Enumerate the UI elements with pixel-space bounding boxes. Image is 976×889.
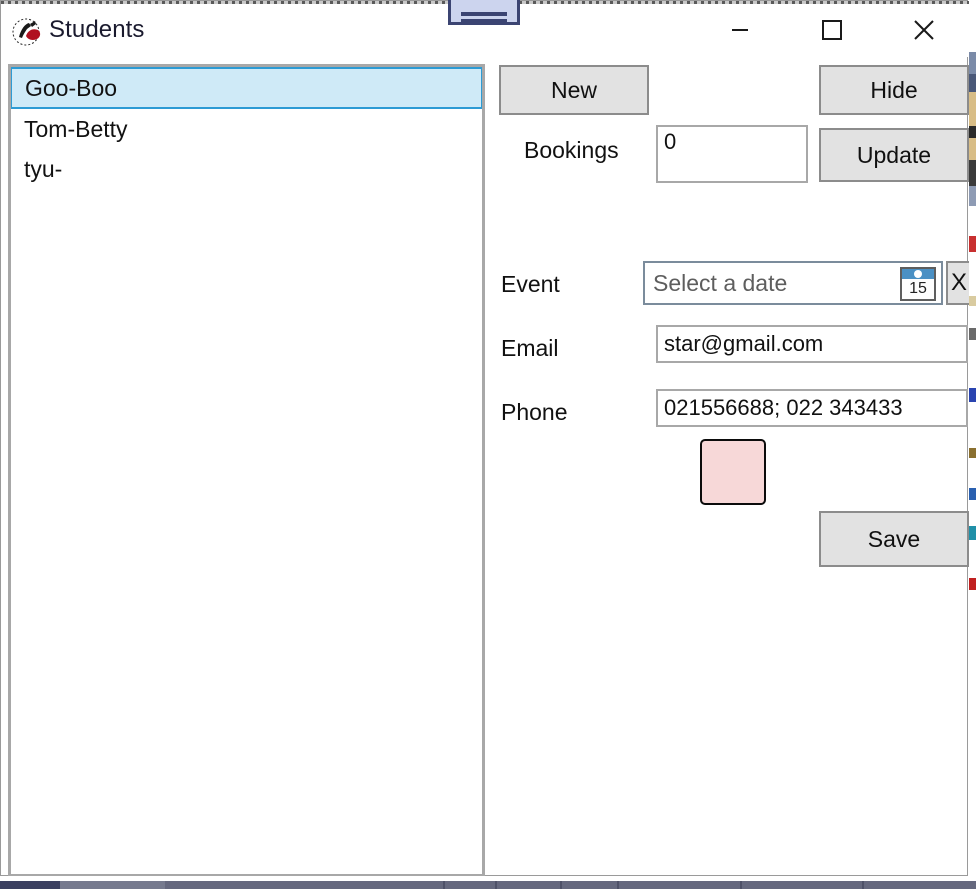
- phone-label: Phone: [501, 399, 568, 425]
- bookings-input[interactable]: 0: [656, 125, 808, 183]
- event-date-picker[interactable]: Select a date 15: [643, 261, 943, 305]
- details-form-panel: New Hide Bookings 0 Update Event Select …: [493, 57, 972, 877]
- status-bar-secondary-segment: [60, 881, 165, 889]
- list-item[interactable]: Tom-Betty: [11, 109, 482, 149]
- students-window: Students Goo-Boo Tom-Betty tyu- New Hide…: [0, 0, 972, 877]
- student-listbox[interactable]: Goo-Boo Tom-Betty tyu-: [8, 64, 485, 877]
- minimize-button[interactable]: [710, 4, 770, 56]
- close-button[interactable]: [894, 4, 954, 56]
- status-bar[interactable]: [0, 881, 976, 889]
- background-window-sliver: [969, 0, 976, 876]
- window-title: Students: [49, 16, 145, 43]
- calendar-icon-day: 15: [909, 280, 927, 297]
- list-item[interactable]: Goo-Boo: [11, 67, 482, 109]
- update-button[interactable]: Update: [819, 128, 969, 182]
- drag-handle-line: [461, 12, 507, 16]
- maximize-button[interactable]: [802, 4, 862, 56]
- calendar-icon-header: [902, 269, 934, 279]
- event-label: Event: [501, 271, 560, 297]
- calendar-icon[interactable]: 15: [900, 267, 936, 301]
- email-input[interactable]: star@gmail.com: [656, 325, 968, 363]
- email-label: Email: [501, 335, 559, 361]
- bookings-label: Bookings: [524, 137, 619, 163]
- status-bar-active-segment: [0, 881, 60, 889]
- calendar-icon-dot: [914, 270, 922, 278]
- color-swatch[interactable]: [700, 439, 766, 505]
- app-logo-icon: [11, 17, 45, 47]
- list-item[interactable]: tyu-: [11, 149, 482, 189]
- save-button[interactable]: Save: [819, 511, 969, 567]
- hide-button[interactable]: Hide: [819, 65, 969, 115]
- drag-handle[interactable]: [448, 0, 520, 25]
- drag-handle-line: [461, 19, 507, 23]
- event-date-placeholder: Select a date: [653, 270, 788, 296]
- phone-input[interactable]: 021556688; 022 343433: [656, 389, 968, 427]
- new-button[interactable]: New: [499, 65, 649, 115]
